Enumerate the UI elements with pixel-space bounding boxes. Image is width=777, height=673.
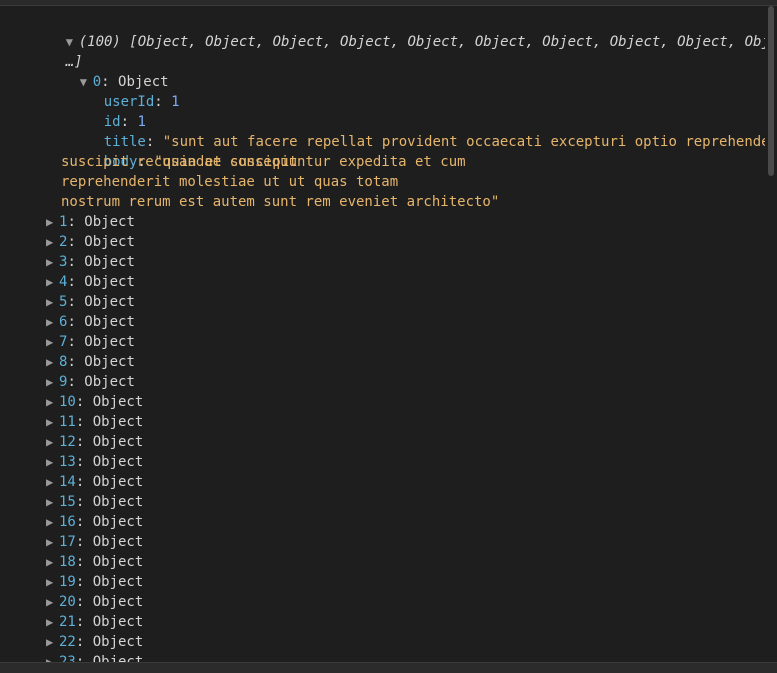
- object-index: 11: [59, 414, 76, 430]
- array-summary-continued: …]: [65, 54, 83, 70]
- object-type: Object: [84, 334, 135, 350]
- object-index: 19: [59, 574, 76, 590]
- object-row-7[interactable]: ▶ 7: Object: [46, 332, 135, 352]
- object-row-9[interactable]: ▶ 9: Object: [46, 372, 135, 392]
- object-index: 13: [59, 454, 76, 470]
- expand-triangle-icon[interactable]: ▶: [46, 572, 59, 592]
- object-type: Object: [92, 614, 144, 630]
- object-type: Object: [92, 594, 144, 610]
- expand-triangle-icon[interactable]: ▶: [46, 612, 59, 632]
- object-row-1[interactable]: ▶ 1: Object: [46, 212, 135, 232]
- object-row-4[interactable]: ▶ 4: Object: [46, 272, 135, 292]
- expand-triangle-icon[interactable]: ▶: [46, 632, 59, 652]
- expand-triangle-icon[interactable]: ▶: [46, 312, 59, 332]
- object-row-20[interactable]: ▶ 20: Object: [46, 592, 143, 612]
- object-type: Object: [84, 374, 135, 390]
- object-type: Object: [92, 414, 144, 430]
- object-row-12[interactable]: ▶ 12: Object: [46, 432, 143, 452]
- vertical-scrollbar[interactable]: [765, 6, 777, 663]
- object-row-6[interactable]: ▶ 6: Object: [46, 312, 135, 332]
- object-type: Object: [84, 314, 135, 330]
- object-index: 15: [59, 494, 76, 510]
- object-row-17[interactable]: ▶ 17: Object: [46, 532, 143, 552]
- object-row-18[interactable]: ▶ 18: Object: [46, 552, 143, 572]
- object-row-0[interactable]: ▼ 0: Object: [46, 52, 169, 90]
- object-row-14[interactable]: ▶ 14: Object: [46, 472, 143, 492]
- expand-triangle-icon[interactable]: ▶: [46, 392, 59, 412]
- expand-triangle-icon[interactable]: ▶: [46, 592, 59, 612]
- object-row-10[interactable]: ▶ 10: Object: [46, 392, 143, 412]
- object-index: 22: [59, 634, 76, 650]
- scrollbar-thumb[interactable]: [768, 6, 774, 176]
- expand-triangle-icon[interactable]: ▶: [46, 292, 59, 312]
- object-row-11[interactable]: ▶ 11: Object: [46, 412, 143, 432]
- object-type: Object: [92, 434, 144, 450]
- object-type: Object: [92, 534, 144, 550]
- object-row-21[interactable]: ▶ 21: Object: [46, 612, 143, 632]
- object-index: 18: [59, 554, 76, 570]
- object-row-22[interactable]: ▶ 22: Object: [46, 632, 143, 652]
- expand-triangle-icon[interactable]: ▶: [46, 532, 59, 552]
- object-index: 21: [59, 614, 76, 630]
- object-index: 20: [59, 594, 76, 610]
- object-row-15[interactable]: ▶ 15: Object: [46, 492, 143, 512]
- object-row-16[interactable]: ▶ 16: Object: [46, 512, 143, 532]
- object-type: Object: [84, 254, 135, 270]
- object-type: Object: [84, 294, 135, 310]
- horizontal-scrollbar[interactable]: [0, 662, 777, 673]
- prop-title: title: "sunt aut facere repellat provide…: [103, 134, 765, 150]
- object-type: Object: [92, 554, 144, 570]
- object-index: 10: [59, 394, 76, 410]
- object-row-19[interactable]: ▶ 19: Object: [46, 572, 143, 592]
- object-type: Object: [92, 394, 144, 410]
- prop-userId: userId: 1: [103, 94, 180, 110]
- object-type: Object: [92, 574, 144, 590]
- expand-triangle-icon[interactable]: ▶: [46, 212, 59, 232]
- prop-body: body: "quia et suscipit: [103, 154, 298, 170]
- object-type: Object: [92, 514, 144, 530]
- object-type: Object: [84, 214, 135, 230]
- object-index: 12: [59, 434, 76, 450]
- object-row-3[interactable]: ▶ 3: Object: [46, 252, 135, 272]
- array-row[interactable]: ▼ (100) [Object, Object, Object, Object, …: [32, 12, 765, 50]
- expand-triangle-icon[interactable]: ▶: [46, 332, 59, 352]
- object-type: Object: [92, 634, 144, 650]
- object-type: Object: [84, 274, 135, 290]
- body-line-2: suscipit recusandae consequuntur expedit…: [61, 154, 466, 170]
- expand-triangle-icon[interactable]: ▶: [46, 352, 59, 372]
- object-type: Object: [84, 354, 135, 370]
- object-row-2[interactable]: ▶ 2: Object: [46, 232, 135, 252]
- expand-triangle-icon[interactable]: ▶: [46, 472, 59, 492]
- object-index: 16: [59, 514, 76, 530]
- expand-triangle-icon[interactable]: ▶: [46, 492, 59, 512]
- expand-triangle-icon[interactable]: ▶: [46, 552, 59, 572]
- object-type: Object: [92, 454, 144, 470]
- object-type: Object: [92, 474, 144, 490]
- object-row-13[interactable]: ▶ 13: Object: [46, 452, 143, 472]
- object-type: Object: [92, 494, 144, 510]
- expand-triangle-icon[interactable]: ▶: [46, 432, 59, 452]
- expand-triangle-icon[interactable]: ▶: [46, 372, 59, 392]
- expand-triangle-icon[interactable]: ▶: [46, 252, 59, 272]
- expand-triangle-icon[interactable]: ▶: [46, 512, 59, 532]
- prop-id: id: 1: [103, 114, 146, 130]
- object-index: 17: [59, 534, 76, 550]
- console-output: ▼ (100) [Object, Object, Object, Object, …: [0, 6, 765, 663]
- object-row-5[interactable]: ▶ 5: Object: [46, 292, 135, 312]
- expand-triangle-icon[interactable]: ▶: [46, 232, 59, 252]
- object-row-8[interactable]: ▶ 8: Object: [46, 352, 135, 372]
- body-line-3: reprehenderit molestiae ut ut quas totam: [61, 174, 399, 190]
- expand-triangle-icon[interactable]: ▶: [46, 272, 59, 292]
- array-summary: (100) [Object, Object, Object, Object, O…: [78, 34, 765, 50]
- object-index: 14: [59, 474, 76, 490]
- expand-triangle-icon[interactable]: ▶: [46, 412, 59, 432]
- body-line-4: nostrum rerum est autem sunt rem eveniet…: [61, 194, 500, 210]
- object-type: Object: [84, 234, 135, 250]
- expand-triangle-icon[interactable]: ▶: [46, 452, 59, 472]
